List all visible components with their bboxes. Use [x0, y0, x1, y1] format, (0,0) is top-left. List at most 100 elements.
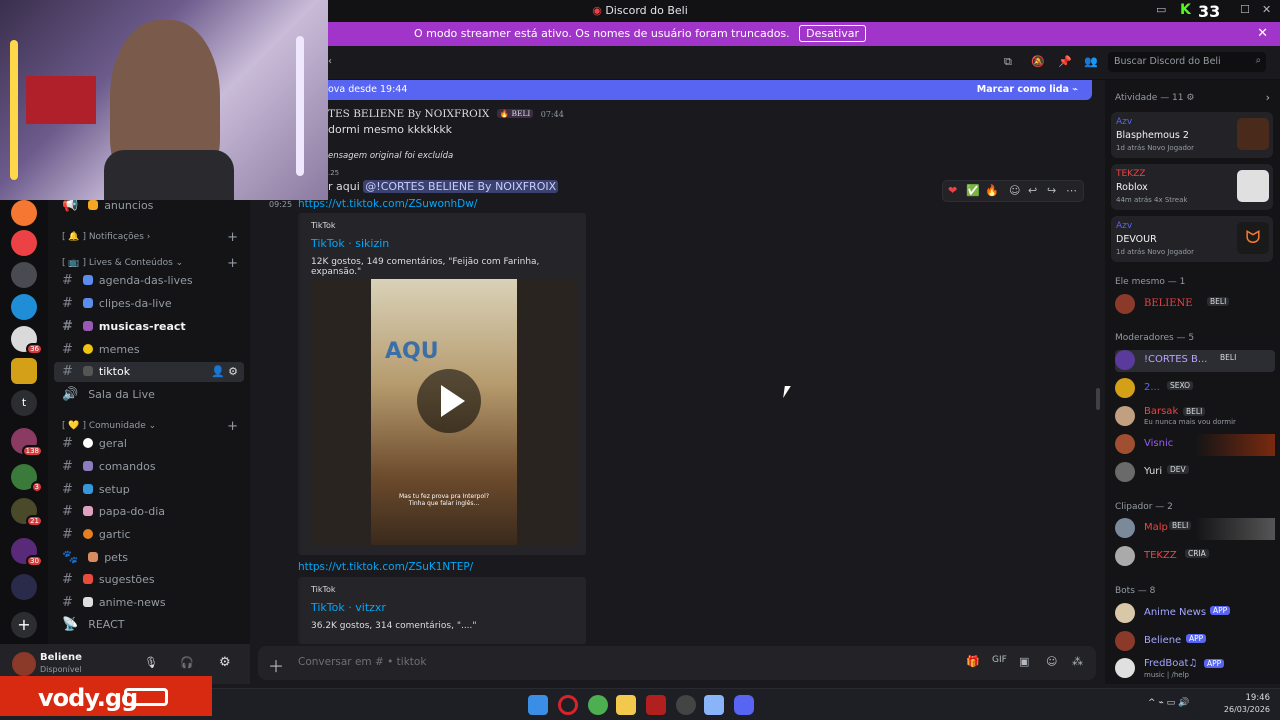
sticker-icon[interactable]: ▣ [1019, 655, 1029, 668]
server-icon-6[interactable] [11, 358, 37, 384]
notepad-icon[interactable] [704, 695, 724, 715]
server-folder-3[interactable]: 21 [11, 498, 43, 527]
app-icon-2[interactable] [676, 695, 696, 715]
channel-sugestoes[interactable]: # sugestões [54, 570, 244, 590]
member-item[interactable]: Malp BELI [1115, 518, 1275, 540]
channel-memes[interactable]: # memes [54, 340, 244, 360]
user-mention[interactable]: @!CORTES BELIENE By NOIXFROIX [363, 180, 559, 193]
discord-icon[interactable] [734, 695, 754, 715]
member-item[interactable]: Beliene APP [1115, 631, 1275, 653]
add-reaction-icon[interactable]: ☺ [1009, 184, 1020, 197]
channel-clipes-da-live[interactable]: # clipes-da-live [54, 294, 244, 314]
member-item[interactable]: BELIENE BELI [1115, 294, 1275, 316]
channel-tiktok[interactable]: # tiktok 👤 ⚙ [54, 362, 244, 382]
category-comunidade[interactable]: [ 💛 ] Comunidade ⌄ + [62, 419, 244, 434]
new-messages-bar[interactable]: ova desde 19:44 Marcar como lida ⌁ [250, 80, 1092, 100]
attach-icon[interactable]: ＋ [268, 653, 284, 677]
category-lives[interactable]: [ 📺 ] Lives & Conteúdos ⌄ + [62, 256, 244, 271]
channel-gartic[interactable]: # gartic [54, 525, 244, 545]
play-button[interactable] [417, 369, 481, 433]
forward-icon[interactable]: ↪ [1047, 184, 1056, 197]
activity-card[interactable]: Azv DEVOUR 1d atrás Novo Jogador ᗢ [1111, 216, 1273, 262]
server-icon-2[interactable] [11, 230, 37, 256]
server-icon-4[interactable] [11, 294, 37, 320]
channel-musicas-react[interactable]: # musicas-react [54, 317, 244, 337]
channel-anime-news[interactable]: # anime-news [54, 593, 244, 613]
member-item[interactable]: Visnic [1115, 434, 1275, 456]
disable-streamer-button[interactable]: Desativar [799, 25, 867, 42]
channel-settings-icon[interactable]: 👤 ⚙ [211, 362, 238, 382]
member-item[interactable]: Yuri DEV [1115, 462, 1275, 484]
channel-pets[interactable]: 🐾 pets [54, 548, 244, 568]
chat-scrollbar[interactable] [1096, 388, 1100, 410]
channel-comandos[interactable]: # comandos [54, 457, 244, 477]
server-folder-2[interactable]: 3 [11, 464, 43, 493]
member-item[interactable]: Anime News APP [1115, 603, 1275, 625]
tiktok-link-2[interactable]: https://vt.tiktok.com/ZSuK1NTEP/ [298, 561, 473, 573]
member-item[interactable]: FredBoat♫ APP music | /help [1115, 658, 1275, 680]
inbox-icon[interactable]: ▭ [1156, 3, 1166, 16]
channel-setup[interactable]: # setup [54, 480, 244, 500]
message-composer[interactable]: ＋ Conversar em # • tiktok 🎁 GIF ▣ ☺ ⁂ [258, 646, 1096, 680]
member-item[interactable]: 2... SEXO [1115, 378, 1275, 400]
reply-icon[interactable]: ↩ [1028, 184, 1037, 197]
user-settings-icon[interactable]: ⚙ [219, 655, 231, 670]
add-channel-icon[interactable]: + [227, 419, 238, 434]
more-icon[interactable]: ⋯ [1066, 184, 1077, 197]
server-icon-1[interactable] [11, 200, 37, 226]
channel-sala-da-live[interactable]: 🔊 Sala da Live [54, 385, 244, 405]
server-folder-4[interactable]: 30 [11, 538, 43, 567]
video-thumbnail[interactable]: AQU Mas tu fez prova pra Interpol? Tinha… [311, 279, 578, 545]
category-notificacoes[interactable]: [ 🔔 ] Notificações › + [62, 230, 244, 245]
server-folder-1[interactable]: 138 [11, 428, 43, 457]
message-author[interactable]: TES BELIENE By NOIXFROIX 🔥 BELI 07:44 [328, 108, 564, 120]
add-channel-icon[interactable]: + [227, 256, 238, 271]
game-thumbnail [1237, 170, 1269, 202]
folder-icon[interactable] [616, 695, 636, 715]
server-icon-5[interactable]: 36 [11, 326, 43, 355]
close-banner-icon[interactable]: ✕ [1257, 22, 1268, 46]
gif-icon[interactable]: GIF [992, 655, 1007, 665]
apps-icon[interactable]: ⁂ [1072, 655, 1083, 668]
back-icon[interactable]: ‹ [328, 56, 332, 67]
server-folder-5[interactable] [11, 574, 37, 600]
mark-read-button[interactable]: Marcar como lida ⌁ [977, 80, 1078, 100]
app-icon[interactable] [646, 695, 666, 715]
avatar[interactable] [12, 652, 36, 676]
opera-icon[interactable] [558, 695, 578, 715]
embed-title[interactable]: TikTok · sikizin [311, 237, 389, 250]
members-icon[interactable]: 👥 [1084, 55, 1098, 68]
message-time: 07:44 [540, 110, 564, 119]
channel-agenda-das-lives[interactable]: # agenda-das-lives [54, 271, 244, 291]
activity-card[interactable]: TEKZZ Roblox 44m atrás 4x Streak [1111, 164, 1273, 210]
add-channel-icon[interactable]: + [227, 230, 238, 245]
fire-reaction-icon[interactable]: 🔥 [985, 184, 999, 197]
pin-icon[interactable]: 📌 [1058, 55, 1072, 68]
channel-geral[interactable]: # geral [54, 434, 244, 454]
member-item[interactable]: !CORTES B... BELI [1115, 350, 1275, 372]
channel-react[interactable]: 📡 REACT [54, 615, 244, 635]
heart-reaction-icon[interactable]: ❤ [948, 184, 957, 197]
emoji-icon[interactable]: ☺ [1046, 655, 1057, 668]
channel-papa-do-dia[interactable]: # papa-do-dia [54, 502, 244, 522]
threads-icon[interactable]: ⧉ [1004, 55, 1012, 69]
server-icon-3[interactable] [11, 262, 37, 288]
start-icon[interactable] [528, 695, 548, 715]
microphone-icon[interactable]: 🎙 [144, 656, 158, 669]
mute-icon[interactable]: 🔕 [1031, 55, 1045, 68]
tray-icons[interactable]: ^ ⌁ ▭ 🔊 [1148, 698, 1189, 708]
chevron-right-icon[interactable]: › [1266, 91, 1270, 104]
chrome-icon[interactable] [588, 695, 608, 715]
maximize-icon[interactable]: ☐ [1240, 3, 1250, 16]
check-reaction-icon[interactable]: ✅ [966, 184, 980, 197]
gift-icon[interactable]: 🎁 [966, 655, 980, 668]
add-server-icon[interactable]: + [11, 612, 37, 638]
close-window-icon[interactable]: ✕ [1262, 3, 1271, 16]
search-input[interactable]: Buscar Discord do Beli ⌕ [1108, 52, 1266, 72]
member-item[interactable]: Barsak BELI Eu nunca mais vou dormir [1115, 406, 1275, 428]
activity-card[interactable]: Azv Blasphemous 2 1d atrás Novo Jogador [1111, 112, 1273, 158]
embed-title[interactable]: TikTok · vitzxr [311, 601, 386, 614]
server-icon-7[interactable]: t [11, 390, 37, 416]
headphones-icon[interactable]: 🎧 [180, 656, 194, 669]
member-item[interactable]: TEKZZ CRIA [1115, 546, 1275, 568]
